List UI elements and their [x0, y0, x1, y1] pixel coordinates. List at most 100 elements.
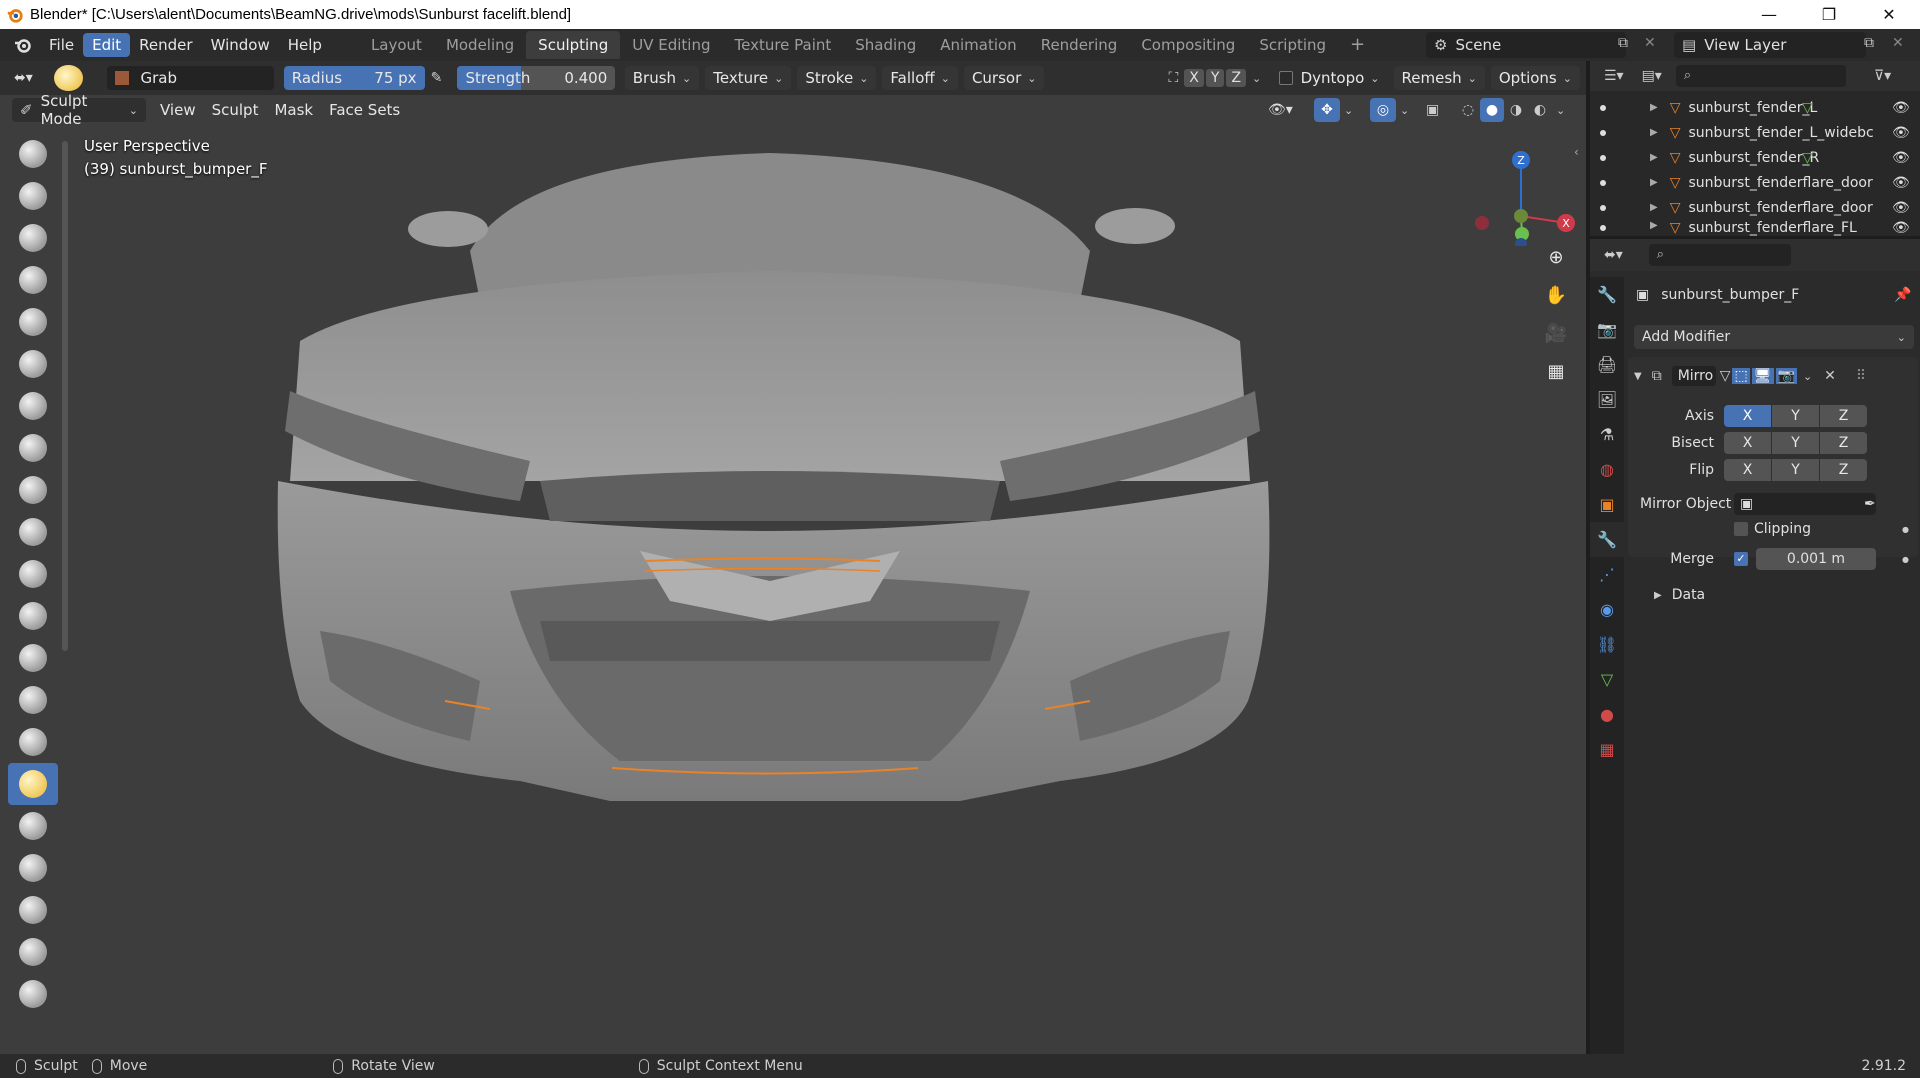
clay-brush-tool[interactable]: [8, 217, 58, 259]
3d-viewport[interactable]: ⬌▾ Grab Radius 75 px ✎ Strength 0.400 Br…: [0, 61, 1586, 1054]
flip-y-toggle[interactable]: Y: [1772, 459, 1819, 481]
view-layer-selector[interactable]: ▤ View Layer: [1674, 32, 1866, 58]
draw-brush-tool[interactable]: [8, 133, 58, 175]
delete-view-layer-icon[interactable]: ✕: [1892, 35, 1904, 51]
visibility-eye-icon[interactable]: 👁: [1892, 220, 1910, 236]
pin-icon[interactable]: 📌: [1894, 287, 1911, 303]
layer-brush-tool[interactable]: [8, 343, 58, 385]
menu-file[interactable]: File: [40, 33, 83, 57]
expand-arrow-icon[interactable]: ▶: [1650, 177, 1658, 188]
data-subpanel-header[interactable]: ▶ Data: [1654, 587, 1854, 603]
data-tab-icon[interactable]: ▽: [1590, 662, 1624, 697]
snake-hook-brush-tool[interactable]: [8, 847, 58, 889]
expand-arrow-icon[interactable]: ▶: [1650, 152, 1658, 163]
tab-sculpting[interactable]: Sculpting: [526, 31, 621, 59]
render-tab-icon[interactable]: 📷: [1590, 312, 1624, 347]
collapse-arrow-icon[interactable]: ▼: [1634, 371, 1642, 382]
outliner-editor-type-icon[interactable]: ☰▾: [1604, 68, 1624, 84]
merge-checkbox[interactable]: ✓: [1734, 552, 1748, 566]
outliner-search-input[interactable]: ⌕: [1675, 65, 1846, 87]
mirror-object-field[interactable]: ▣: [1734, 493, 1876, 515]
tool-shelf-scrollbar[interactable]: [62, 141, 68, 651]
zoom-view-icon[interactable]: ⊕: [1540, 241, 1572, 273]
clipping-checkbox[interactable]: [1734, 522, 1748, 536]
outliner-item[interactable]: ▶ ▽ sunburst_fender_R ▽ 👁: [1590, 145, 1920, 170]
view-layer-tab-icon[interactable]: 🖼: [1590, 382, 1624, 417]
clay-strips-brush-tool[interactable]: [8, 259, 58, 301]
scene-tab-icon[interactable]: ⚗: [1590, 417, 1624, 452]
axis-z-toggle[interactable]: Z: [1820, 405, 1867, 427]
maximize-button[interactable]: ❐: [1800, 0, 1858, 29]
viewport-toggle-icon[interactable]: 🖥: [1751, 368, 1774, 384]
menu-render[interactable]: Render: [130, 33, 201, 57]
keyframe-dot-icon[interactable]: ●: [1902, 525, 1909, 534]
tool-tab-icon[interactable]: 🔧: [1590, 277, 1624, 312]
pan-view-icon[interactable]: ✋: [1540, 279, 1572, 311]
outliner-item[interactable]: ▶ ▽ sunburst_fender_L ▽ 👁: [1590, 95, 1920, 120]
pose-brush-tool[interactable]: [8, 931, 58, 973]
draw-sharp-brush-tool[interactable]: [8, 175, 58, 217]
physics-tab-icon[interactable]: ◉: [1590, 592, 1624, 627]
visibility-eye-icon[interactable]: 👁: [1892, 200, 1910, 216]
eyedropper-icon[interactable]: ✒: [1864, 496, 1876, 512]
modifier-tab-icon[interactable]: 🔧: [1590, 522, 1624, 557]
bisect-x-toggle[interactable]: X: [1724, 432, 1771, 454]
blob-brush-tool[interactable]: [8, 427, 58, 469]
outliner-item[interactable]: ▶ ▽ sunburst_fender_L_widebc 👁: [1590, 120, 1920, 145]
sidebar-toggle-icon[interactable]: ‹: [1574, 145, 1579, 159]
fill-brush-tool[interactable]: [8, 595, 58, 637]
tab-animation[interactable]: Animation: [928, 31, 1028, 59]
outliner-item[interactable]: ▶ ▽ sunburst_fenderflare_door 👁: [1590, 170, 1920, 195]
add-modifier-dropdown[interactable]: Add Modifier ⌄: [1634, 325, 1914, 349]
outliner-item[interactable]: ▶ ▽ sunburst_fenderflare_FL 👁: [1590, 220, 1920, 236]
merge-distance-field[interactable]: 0.001 m: [1756, 548, 1876, 570]
tab-layout[interactable]: Layout: [359, 31, 434, 59]
camera-view-icon[interactable]: 🎥: [1540, 317, 1572, 349]
close-window-button[interactable]: ✕: [1860, 0, 1918, 29]
menu-window[interactable]: Window: [202, 33, 279, 57]
bisect-z-toggle[interactable]: Z: [1820, 432, 1867, 454]
menu-help[interactable]: Help: [279, 33, 331, 57]
crease-brush-tool[interactable]: [8, 469, 58, 511]
tab-modeling[interactable]: Modeling: [434, 31, 526, 59]
delete-scene-icon[interactable]: ✕: [1644, 35, 1656, 51]
new-view-layer-icon[interactable]: ⧉: [1864, 35, 1874, 51]
add-workspace-button[interactable]: +: [1338, 31, 1377, 59]
perspective-toggle-icon[interactable]: ▦: [1540, 355, 1572, 387]
smooth-brush-tool[interactable]: [8, 511, 58, 553]
expand-arrow-icon[interactable]: ▶: [1650, 220, 1658, 231]
inflate-brush-tool[interactable]: [8, 385, 58, 427]
pinch-brush-tool[interactable]: [8, 721, 58, 763]
properties-editor-type-icon[interactable]: ⬌▾: [1604, 247, 1623, 263]
keyframe-dot-icon[interactable]: ●: [1902, 555, 1909, 564]
blender-menu-icon[interactable]: [12, 35, 34, 55]
tab-compositing[interactable]: Compositing: [1129, 31, 1247, 59]
particles-tab-icon[interactable]: ⋰: [1590, 557, 1624, 592]
elastic-deform-brush-tool[interactable]: [8, 805, 58, 847]
edit-mode-toggle-icon[interactable]: ▽: [1720, 368, 1731, 384]
material-tab-icon[interactable]: ●: [1590, 697, 1624, 732]
thumb-brush-tool[interactable]: [8, 889, 58, 931]
chevron-down-icon[interactable]: ⌄: [1803, 370, 1812, 383]
scene-selector[interactable]: ⚙ Scene: [1426, 32, 1626, 58]
outliner-item[interactable]: ▶ ▽ sunburst_fenderflare_door 👁: [1590, 195, 1920, 220]
bisect-y-toggle[interactable]: Y: [1772, 432, 1819, 454]
expand-arrow-icon[interactable]: ▶: [1650, 202, 1658, 213]
minimize-button[interactable]: —: [1740, 0, 1798, 29]
flip-z-toggle[interactable]: Z: [1820, 459, 1867, 481]
visibility-eye-icon[interactable]: 👁: [1892, 175, 1910, 191]
axis-y-toggle[interactable]: Y: [1772, 405, 1819, 427]
new-scene-icon[interactable]: ⧉: [1618, 35, 1628, 51]
visibility-eye-icon[interactable]: 👁: [1892, 125, 1910, 141]
visibility-eye-icon[interactable]: 👁: [1892, 150, 1910, 166]
menu-edit[interactable]: Edit: [83, 33, 131, 57]
object-tab-icon[interactable]: ▣: [1590, 487, 1624, 522]
output-tab-icon[interactable]: 🖨: [1590, 347, 1624, 382]
drag-handle-icon[interactable]: ⠿: [1856, 368, 1866, 384]
render-toggle-icon[interactable]: 📷: [1775, 368, 1797, 384]
cage-toggle-icon[interactable]: ⬚: [1732, 368, 1750, 384]
scrape-brush-tool[interactable]: [8, 637, 58, 679]
tab-texture-paint[interactable]: Texture Paint: [722, 31, 843, 59]
visibility-eye-icon[interactable]: 👁: [1892, 100, 1910, 116]
tab-scripting[interactable]: Scripting: [1247, 31, 1338, 59]
